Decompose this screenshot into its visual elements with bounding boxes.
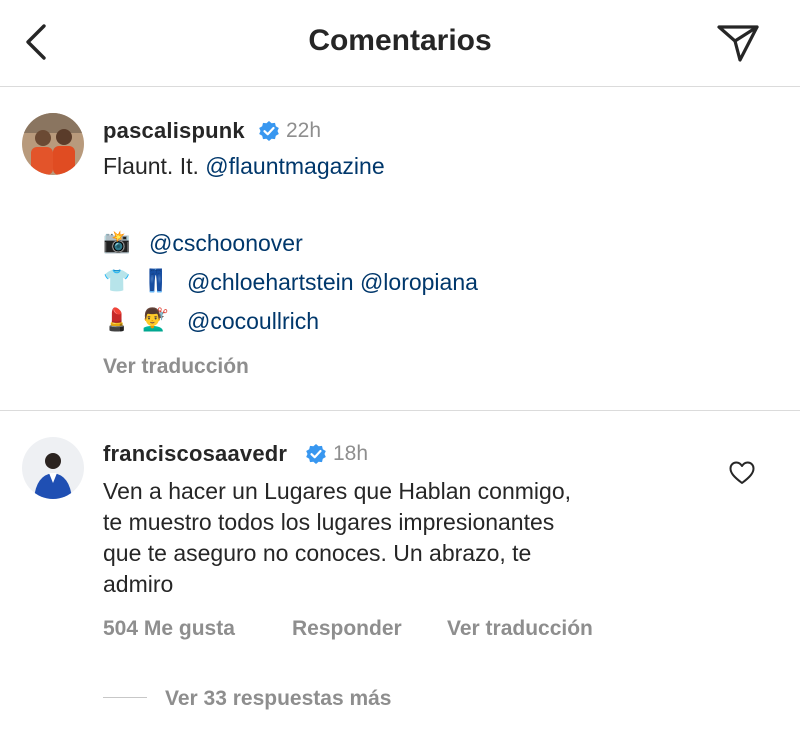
avatar[interactable] (22, 113, 84, 175)
reply-button[interactable]: Responder (292, 617, 402, 641)
avatar[interactable] (22, 437, 84, 499)
divider (0, 410, 800, 411)
mention-link[interactable]: @flauntmagazine (205, 153, 384, 179)
header: Comentarios (0, 0, 800, 87)
mention-link[interactable]: @cschoonover (149, 228, 303, 259)
jeans-emoji: 👖 (142, 268, 170, 293)
camera-emoji: 📸 (103, 229, 131, 254)
mention-link[interactable]: @chloehartstein @loropiana (187, 267, 478, 298)
haircut-emoji: 💇‍♂️ (142, 307, 170, 332)
caption-text: Flaunt. It. (103, 153, 199, 179)
comment-text-line: que te aseguro no conoces. Un abrazo, te (103, 540, 532, 566)
heart-outline-icon (729, 461, 755, 484)
caption-username[interactable]: pascalispunk (103, 118, 245, 144)
caption-time: 22h (286, 119, 322, 142)
avatar-image (22, 113, 84, 175)
comment-text-line: Ven a hacer un Lugares que Hablan conmig… (103, 478, 571, 504)
translate-link[interactable]: Ver traducción (103, 355, 249, 379)
lipstick-emoji: 💄 (103, 307, 131, 332)
comment-time: 18h (333, 442, 369, 465)
mention-link[interactable]: @cocoullrich (187, 306, 319, 337)
verified-badge-icon (259, 121, 279, 141)
avatar-image (22, 437, 84, 499)
caption-text-line: Flaunt. It. @flauntmagazine (103, 151, 385, 182)
verified-badge-icon (306, 444, 326, 464)
shirt-emoji: 👕 (103, 268, 131, 293)
replies-divider (103, 697, 147, 698)
comment-text-line: admiro (103, 571, 174, 597)
translate-link[interactable]: Ver traducción (447, 617, 593, 641)
likes-count[interactable]: 504 Me gusta (103, 617, 235, 641)
comment-text-line: te muestro todos los lugares impresionan… (103, 509, 555, 535)
view-replies-button[interactable]: Ver 33 respuestas más (165, 687, 392, 711)
like-button[interactable] (729, 461, 755, 485)
share-button[interactable] (714, 20, 762, 64)
comment-username[interactable]: franciscosaavedr (103, 441, 287, 467)
page-title: Comentarios (308, 24, 492, 57)
paper-plane-icon (717, 25, 759, 62)
